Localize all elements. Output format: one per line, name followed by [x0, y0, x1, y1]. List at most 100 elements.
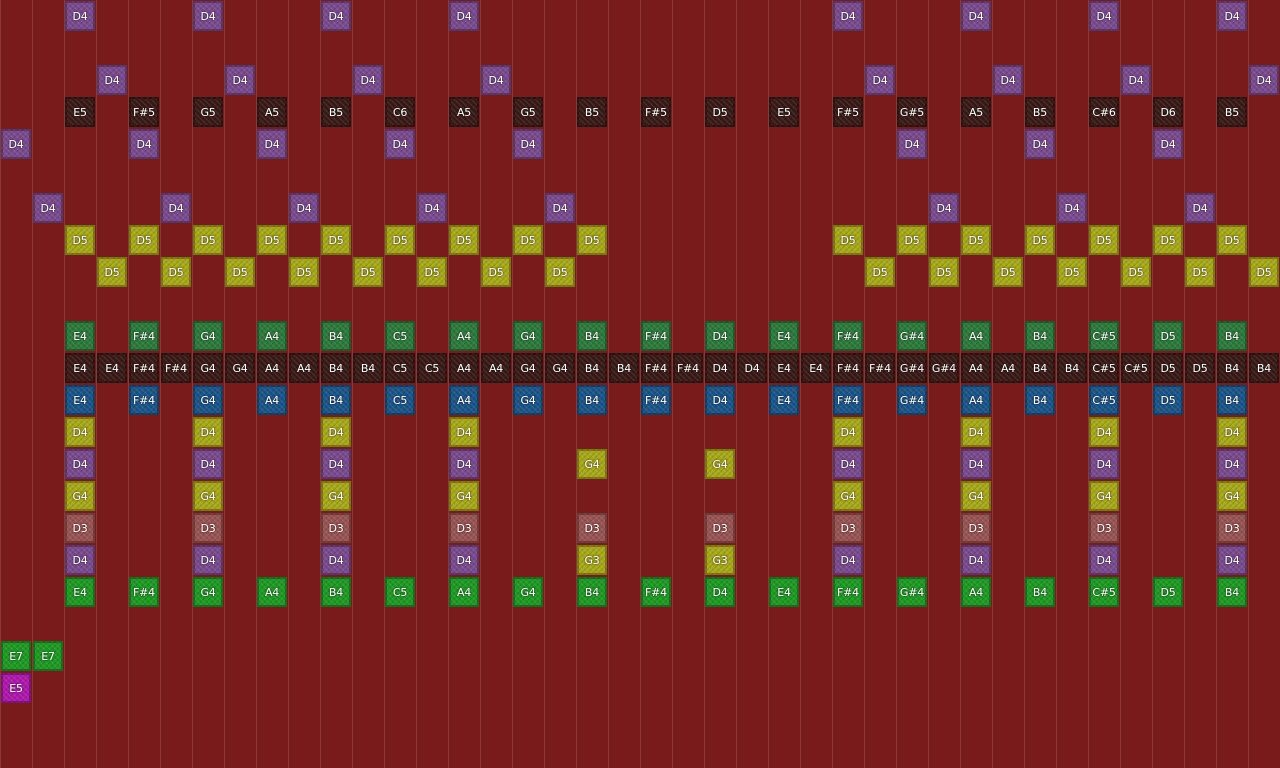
note-block[interactable]: C#5	[1089, 321, 1119, 351]
note-block[interactable]: G4	[193, 385, 223, 415]
note-block[interactable]: G5	[193, 97, 223, 127]
note-block[interactable]: D4	[321, 449, 351, 479]
note-block[interactable]: D5	[481, 257, 511, 287]
note-block[interactable]: D4	[833, 449, 863, 479]
note-block[interactable]: D5	[1153, 321, 1183, 351]
note-block[interactable]: D5	[193, 225, 223, 255]
note-block[interactable]: F#4	[833, 321, 863, 351]
note-block[interactable]: D3	[1089, 513, 1119, 543]
note-block[interactable]: D4	[449, 1, 479, 31]
note-block[interactable]: C#5	[1089, 353, 1119, 383]
note-block[interactable]: B4	[577, 577, 607, 607]
note-block[interactable]: D5	[1217, 225, 1247, 255]
note-block[interactable]: A4	[961, 321, 991, 351]
note-block[interactable]: A4	[961, 385, 991, 415]
note-block[interactable]: E5	[769, 97, 799, 127]
note-block[interactable]: C6	[385, 97, 415, 127]
note-block[interactable]: D5	[65, 225, 95, 255]
note-block[interactable]: D5	[129, 225, 159, 255]
note-block[interactable]: D5	[1153, 385, 1183, 415]
note-block[interactable]: F#5	[833, 97, 863, 127]
note-block[interactable]: G#4	[897, 321, 927, 351]
note-block[interactable]: E4	[769, 577, 799, 607]
note-block[interactable]: F#4	[673, 353, 703, 383]
note-block[interactable]: G4	[193, 577, 223, 607]
note-block[interactable]: C5	[417, 353, 447, 383]
note-block[interactable]: C5	[385, 577, 415, 607]
note-block[interactable]: B4	[1249, 353, 1279, 383]
note-block[interactable]: F#4	[129, 577, 159, 607]
note-block[interactable]: D4	[1185, 193, 1215, 223]
note-block[interactable]: D4	[513, 129, 543, 159]
note-block[interactable]: B4	[321, 353, 351, 383]
note-block[interactable]: A4	[993, 353, 1023, 383]
note-block[interactable]: B4	[1217, 577, 1247, 607]
note-block[interactable]: C5	[385, 353, 415, 383]
note-block[interactable]: B4	[577, 353, 607, 383]
note-block[interactable]: B4	[1217, 321, 1247, 351]
note-block[interactable]: D4	[1089, 449, 1119, 479]
note-block[interactable]: D3	[449, 513, 479, 543]
note-block[interactable]: D4	[705, 385, 735, 415]
note-block[interactable]: E5	[65, 97, 95, 127]
note-block[interactable]: D5	[321, 225, 351, 255]
note-block[interactable]: B4	[353, 353, 383, 383]
note-block[interactable]: B5	[1025, 97, 1055, 127]
note-block[interactable]: A5	[961, 97, 991, 127]
note-block[interactable]: D4	[1217, 449, 1247, 479]
note-block[interactable]: B4	[321, 321, 351, 351]
note-block[interactable]: G4	[193, 321, 223, 351]
note-block[interactable]: D6	[1153, 97, 1183, 127]
note-block[interactable]: E4	[769, 353, 799, 383]
note-block[interactable]: A4	[449, 385, 479, 415]
note-block[interactable]: G4	[705, 449, 735, 479]
note-block[interactable]: D4	[929, 193, 959, 223]
note-block[interactable]: D5	[257, 225, 287, 255]
note-block[interactable]: F#5	[641, 97, 671, 127]
note-block[interactable]: G4	[225, 353, 255, 383]
note-block[interactable]: D4	[417, 193, 447, 223]
note-block[interactable]: C#6	[1089, 97, 1119, 127]
note-block[interactable]: D3	[321, 513, 351, 543]
note-block[interactable]: F#4	[641, 577, 671, 607]
note-block[interactable]: D3	[705, 513, 735, 543]
note-block[interactable]: F#4	[641, 353, 671, 383]
note-block[interactable]: D4	[65, 449, 95, 479]
note-block[interactable]: D4	[961, 545, 991, 575]
note-block[interactable]: F#4	[129, 321, 159, 351]
note-block[interactable]: D4	[65, 1, 95, 31]
note-block[interactable]: G4	[65, 481, 95, 511]
note-block[interactable]: C#5	[1089, 577, 1119, 607]
note-block[interactable]: A4	[961, 353, 991, 383]
note-block[interactable]: D4	[385, 129, 415, 159]
note-block[interactable]: D5	[449, 225, 479, 255]
note-block[interactable]: D4	[1057, 193, 1087, 223]
note-block[interactable]: G3	[705, 545, 735, 575]
note-block[interactable]: C5	[385, 385, 415, 415]
note-block[interactable]: B4	[321, 385, 351, 415]
note-block[interactable]: D5	[417, 257, 447, 287]
note-block[interactable]: E4	[801, 353, 831, 383]
note-block[interactable]: C5	[385, 321, 415, 351]
note-block[interactable]: E4	[769, 321, 799, 351]
note-block[interactable]: F#4	[641, 321, 671, 351]
note-block[interactable]: A4	[449, 353, 479, 383]
note-block[interactable]: A4	[961, 577, 991, 607]
note-block[interactable]: B4	[1057, 353, 1087, 383]
note-block[interactable]: D4	[897, 129, 927, 159]
note-block[interactable]: D5	[1249, 257, 1279, 287]
note-block[interactable]: D4	[65, 545, 95, 575]
note-block[interactable]: G4	[513, 321, 543, 351]
note-block[interactable]: E4	[65, 385, 95, 415]
note-block[interactable]: D5	[865, 257, 895, 287]
piano-roll-grid[interactable]: D4 D4 D4 D4 D4 D4 D4 D4 D4 D4 D4 D4 D4 D4 D4 D4 E5 F#5 G5 A…	[0, 0, 1280, 768]
note-block[interactable]: B4	[577, 321, 607, 351]
note-block[interactable]: C#5	[1089, 385, 1119, 415]
note-block[interactable]: D3	[193, 513, 223, 543]
note-block[interactable]: A4	[481, 353, 511, 383]
note-block[interactable]: G4	[577, 449, 607, 479]
note-block[interactable]: A4	[257, 577, 287, 607]
note-block[interactable]: G4	[1217, 481, 1247, 511]
note-block[interactable]: D5	[705, 97, 735, 127]
note-block[interactable]: F#4	[865, 353, 895, 383]
